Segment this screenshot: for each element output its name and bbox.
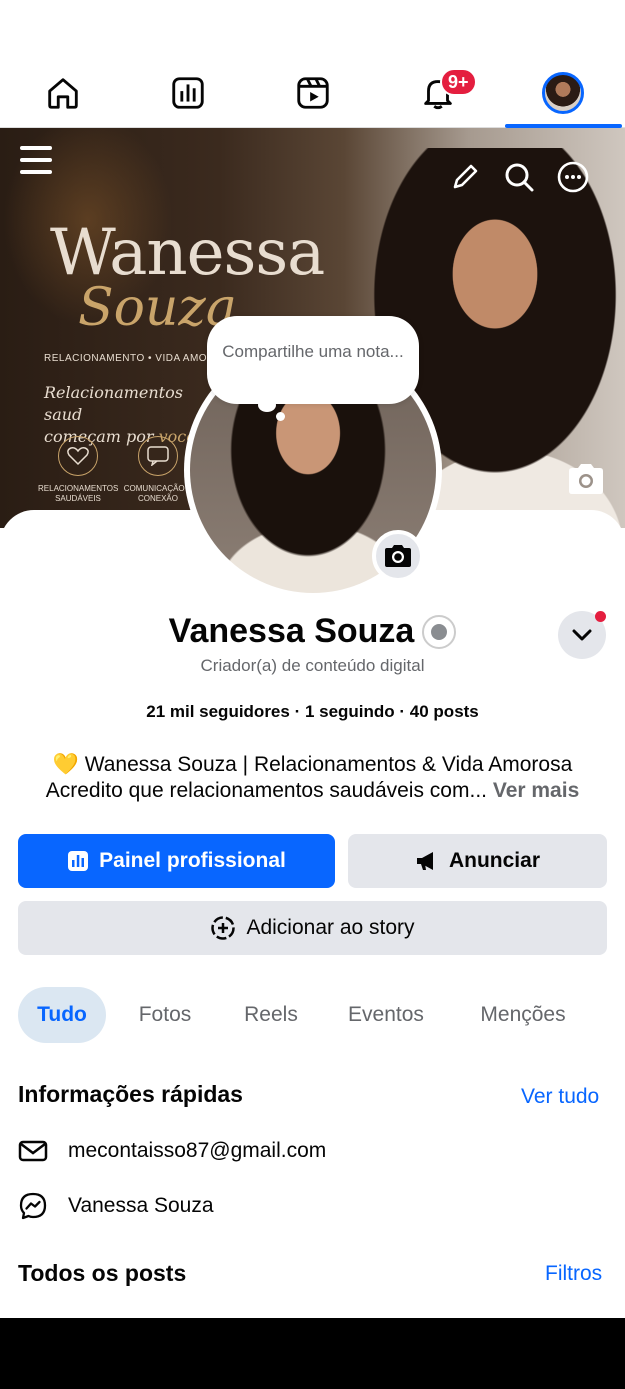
- mail-icon: [18, 1140, 48, 1162]
- megaphone-icon: [416, 852, 433, 870]
- cover-feature-relationships: RELACIONAMENTOS SAUDÁVEIS: [38, 436, 118, 504]
- advertise-button[interactable]: Anunciar: [348, 834, 607, 888]
- chat-heart-icon: [138, 436, 178, 476]
- add-to-story-button[interactable]: Adicionar ao story: [18, 901, 607, 955]
- camera-icon: [385, 545, 411, 567]
- profile-bio: 💛 Wanessa Souza | Relacionamentos & Vida…: [0, 752, 625, 804]
- nav-dashboard[interactable]: [133, 58, 243, 128]
- more-options-icon[interactable]: [556, 160, 590, 194]
- avatar: [542, 72, 584, 114]
- reels-icon: [297, 77, 329, 109]
- dashboard-icon: [172, 77, 204, 109]
- tab-mentions[interactable]: Menções: [462, 987, 584, 1043]
- home-icon: [48, 78, 78, 109]
- tab-all[interactable]: Tudo: [18, 987, 106, 1043]
- see-more-link[interactable]: Ver mais: [493, 779, 579, 802]
- tab-events[interactable]: Eventos: [330, 987, 442, 1043]
- nav-reels[interactable]: [258, 58, 368, 128]
- profile-camera-button[interactable]: [372, 530, 424, 582]
- tab-photos[interactable]: Fotos: [120, 987, 210, 1043]
- menu-icon[interactable]: [20, 146, 52, 174]
- messenger-icon: [19, 1192, 47, 1220]
- see-all-link[interactable]: Ver tudo: [521, 1085, 599, 1109]
- messenger-row[interactable]: Vanessa Souza: [18, 1191, 214, 1221]
- filters-link[interactable]: Filtros: [545, 1262, 602, 1286]
- top-navigation: 9+: [0, 58, 625, 128]
- bio-line-1: 💛 Wanessa Souza | Relacionamentos & Vida…: [52, 753, 573, 776]
- professional-dashboard-button[interactable]: Painel profissional: [18, 834, 335, 888]
- quick-info-title: Informações rápidas: [18, 1081, 243, 1107]
- profile-screen: 9+ Wanessa Souza RELACIONAMENTO • VIDA A…: [0, 0, 625, 1318]
- note-bubble[interactable]: Compartilhe uma nota...: [207, 316, 419, 404]
- note-bubble-tail-dot: [276, 412, 285, 421]
- all-posts-title: Todos os posts: [18, 1260, 187, 1286]
- nav-home[interactable]: [8, 58, 118, 128]
- system-navigation-area: [0, 1318, 625, 1389]
- cover-camera-icon[interactable]: [566, 462, 606, 496]
- edit-icon[interactable]: [448, 160, 482, 194]
- tab-reels[interactable]: Reels: [228, 987, 314, 1043]
- chevron-down-icon: [572, 629, 592, 641]
- notification-badge: 9+: [440, 68, 477, 96]
- search-icon[interactable]: [502, 160, 536, 194]
- dashboard-icon: [68, 851, 89, 871]
- profile-category: Criador(a) de conteúdo digital: [200, 656, 425, 675]
- nav-profile[interactable]: [508, 58, 618, 128]
- heart-icon: [58, 436, 98, 476]
- note-bubble-tail: [258, 398, 276, 412]
- profile-name-row: Vanessa Souza: [0, 612, 625, 651]
- profile-stats[interactable]: 21 mil seguidores · 1 seguindo · 40 post…: [0, 702, 625, 722]
- email-row[interactable]: mecontaisso87@gmail.com: [18, 1136, 326, 1166]
- dropdown-notification-dot: [595, 611, 606, 622]
- verified-icon: [422, 614, 457, 649]
- nav-notifications[interactable]: [383, 58, 493, 128]
- bio-line-2: Acredito que relacionamentos saudáveis c…: [45, 779, 580, 802]
- profile-name: Vanessa Souza: [168, 612, 415, 650]
- add-story-icon: [211, 916, 236, 940]
